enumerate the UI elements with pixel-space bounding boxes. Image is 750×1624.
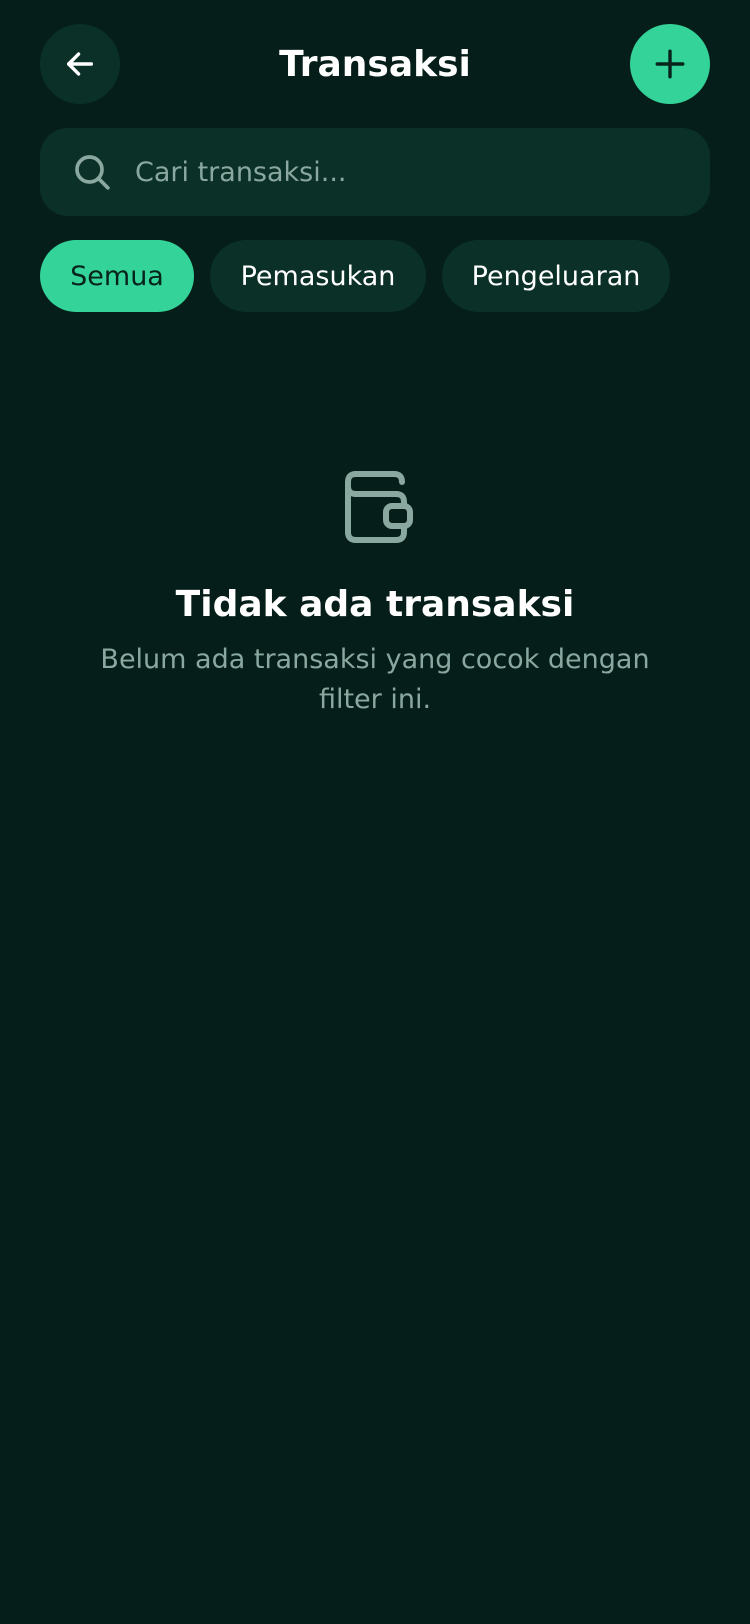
plus-icon [655, 49, 685, 79]
add-transaction-button[interactable] [630, 24, 710, 104]
search-bar[interactable] [40, 128, 710, 216]
filter-chip-label: Pemasukan [240, 260, 396, 292]
filter-chip-label: Semua [70, 260, 164, 292]
filter-chip-semua[interactable]: Semua [40, 240, 194, 312]
search-icon [75, 155, 110, 190]
filter-chip-pengeluaran[interactable]: Pengeluaran [442, 240, 670, 312]
empty-state-title: Tidak ada transaksi [175, 584, 575, 625]
search-input[interactable] [135, 128, 675, 216]
app-header: Transaksi [0, 0, 750, 130]
filter-chip-pemasukan[interactable]: Pemasukan [210, 240, 426, 312]
wallet-icon [345, 471, 413, 543]
filter-chip-label: Pengeluaran [471, 260, 641, 292]
empty-state-description: Belum ada transaksi yang cocok dengan fi… [100, 644, 650, 715]
